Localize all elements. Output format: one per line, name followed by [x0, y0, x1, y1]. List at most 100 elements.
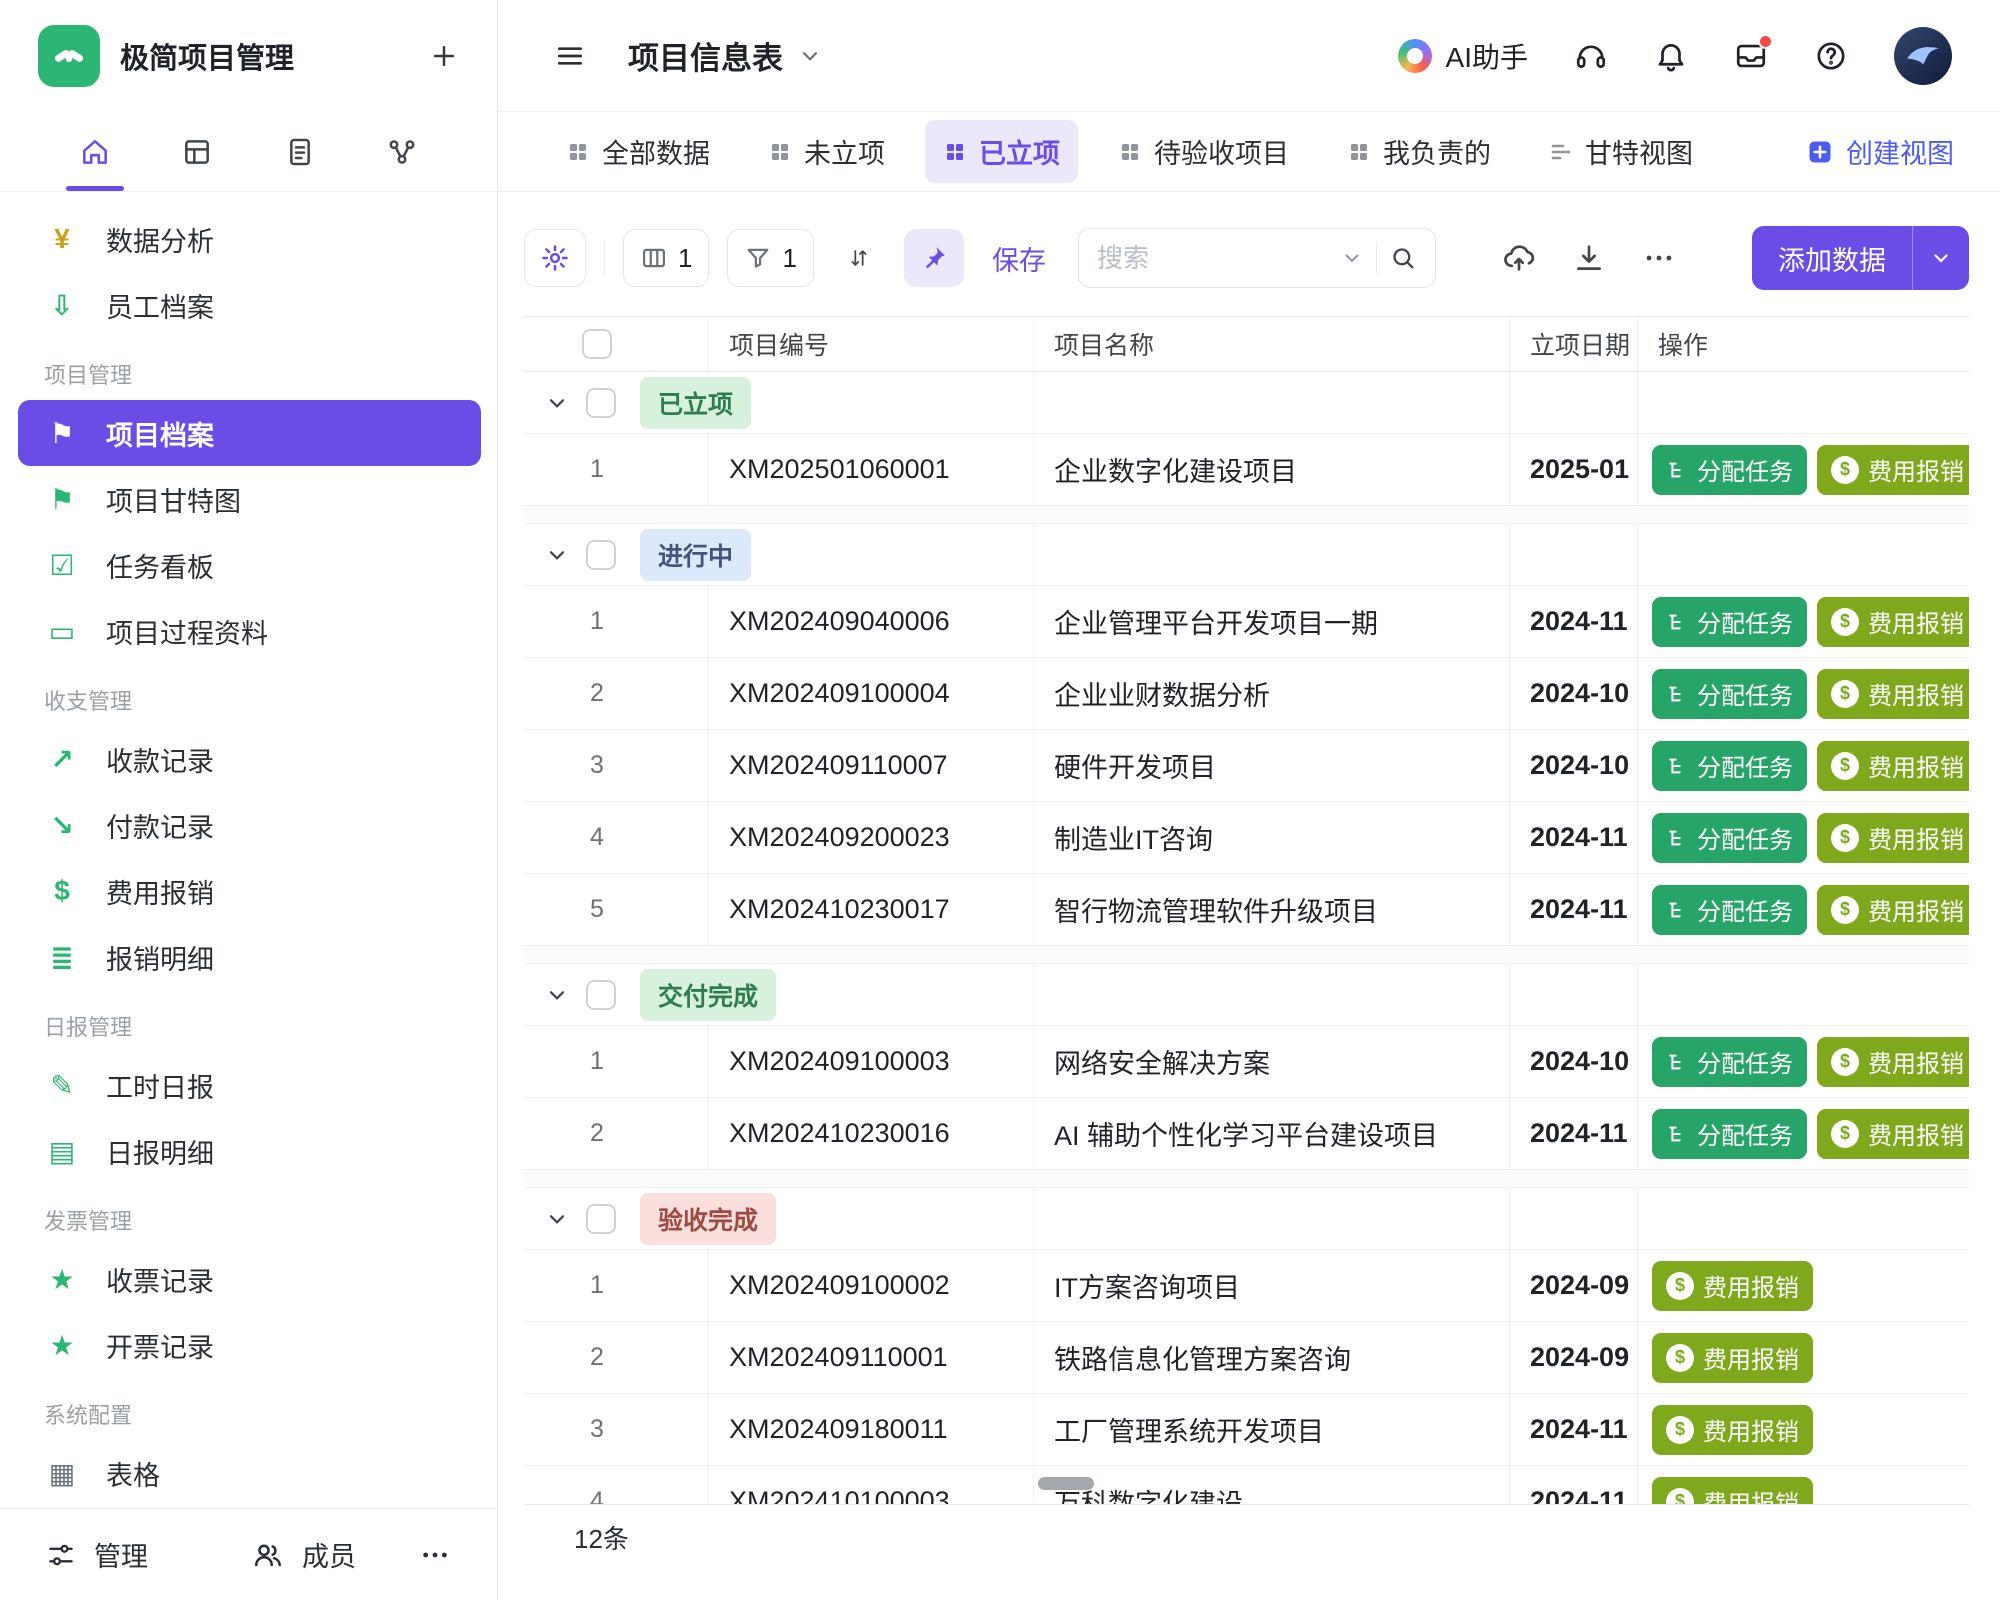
sidebar-item-project-files[interactable]: ⚑ 项目档案 — [18, 400, 481, 466]
column-header-actions[interactable]: 操作 — [1638, 317, 1969, 371]
hidden-fields-button[interactable]: 1 — [623, 229, 709, 287]
add-data-dropdown[interactable] — [1913, 246, 1969, 270]
table-row[interactable]: 1 XM202409100002 IT方案咨询项目 2024-09 $费用报销 — [524, 1250, 1969, 1322]
view-tab-label: 全部数据 — [602, 132, 710, 171]
filter-button[interactable]: 1 — [727, 229, 813, 287]
sidebar-item-tables[interactable]: ▦ 表格 — [18, 1440, 481, 1506]
sidebar-item-receipt-records[interactable]: ↗ 收款记录 — [18, 726, 481, 792]
expense-claim-button[interactable]: $费用报销 — [1652, 1333, 1813, 1383]
assign-task-button[interactable]: 分配任务 — [1652, 1037, 1807, 1087]
group-select-checkbox[interactable] — [586, 540, 616, 570]
sidebar-item-data-analysis[interactable]: ¥ 数据分析 — [18, 206, 481, 272]
assign-task-button[interactable]: 分配任务 — [1652, 885, 1807, 935]
table-row[interactable]: 1 XM202409100003 网络安全解决方案 2024-10 分配任务$费… — [524, 1026, 1969, 1098]
support-button[interactable] — [1574, 39, 1608, 73]
expense-claim-button[interactable]: $费用报销 — [1817, 741, 1969, 791]
search-icon[interactable] — [1389, 244, 1417, 272]
sidebar-item-label: 员工档案 — [106, 286, 214, 325]
expense-claim-button[interactable]: $费用报销 — [1817, 1037, 1969, 1087]
add-data-button[interactable]: 添加数据 — [1752, 226, 1969, 290]
table-row[interactable]: 1 XM202501060001 企业数字化建设项目 2025-01 分配任务$… — [524, 434, 1969, 506]
table-row[interactable]: 2 XM202409100004 企业业财数据分析 2024-10 分配任务$费… — [524, 658, 1969, 730]
project-name-cell: 企业管理平台开发项目一期 — [1034, 586, 1510, 657]
sidebar-more-button[interactable] — [419, 1539, 451, 1571]
assign-task-button[interactable]: 分配任务 — [1652, 741, 1807, 791]
expense-claim-button[interactable]: $费用报销 — [1817, 813, 1969, 863]
expense-claim-button[interactable]: $费用报销 — [1817, 1109, 1969, 1159]
nav-document-tab[interactable] — [263, 112, 337, 191]
tab-pending-acceptance[interactable]: 待验收项目 — [1100, 120, 1307, 183]
expense-claim-button[interactable]: $费用报销 — [1652, 1405, 1813, 1455]
export-button[interactable] — [1572, 241, 1606, 275]
group-select-checkbox[interactable] — [586, 980, 616, 1010]
column-header-code[interactable]: 项目编号 — [709, 317, 1034, 371]
project-date-cell: 2024-10 — [1510, 730, 1638, 801]
assign-task-button[interactable]: 分配任务 — [1652, 597, 1807, 647]
sidebar-item-daily-details[interactable]: ▤ 日报明细 — [18, 1118, 481, 1184]
save-button[interactable]: 保存 — [992, 239, 1046, 278]
add-app-button[interactable] — [429, 41, 459, 71]
tab-gantt-view[interactable]: 甘特视图 — [1531, 120, 1711, 183]
more-actions-button[interactable] — [1642, 241, 1676, 275]
sidebar-item-invoice-issued[interactable]: ★ 开票记录 — [18, 1312, 481, 1378]
sidebar-item-task-board[interactable]: ☑ 任务看板 — [18, 532, 481, 598]
table-row[interactable]: 3 XM202409110007 硬件开发项目 2024-10 分配任务$费用报… — [524, 730, 1969, 802]
page-title-dropdown[interactable]: 项目信息表 — [628, 33, 823, 78]
pin-button[interactable] — [904, 229, 964, 287]
table-row[interactable]: 2 XM202409110001 铁路信息化管理方案咨询 2024-09 $费用… — [524, 1322, 1969, 1394]
assign-task-button[interactable]: 分配任务 — [1652, 1109, 1807, 1159]
assign-task-button[interactable]: 分配任务 — [1652, 813, 1807, 863]
manage-button[interactable]: 管理 — [46, 1535, 148, 1574]
tab-my-projects[interactable]: 我负责的 — [1329, 120, 1509, 183]
sort-button[interactable] — [832, 229, 886, 287]
nav-workflow-tab[interactable] — [365, 112, 439, 191]
view-settings-button[interactable] — [524, 229, 586, 287]
inbox-button[interactable] — [1734, 39, 1768, 73]
ai-assistant-button[interactable]: AI助手 — [1398, 36, 1528, 76]
select-all-checkbox[interactable] — [582, 329, 612, 359]
expense-claim-button[interactable]: $费用报销 — [1817, 885, 1969, 935]
collapse-chevron-icon[interactable] — [544, 542, 570, 568]
table-row[interactable]: 5 XM202410230017 智行物流管理软件升级项目 2024-11 分配… — [524, 874, 1969, 946]
sidebar-item-invoice-received[interactable]: ★ 收票记录 — [18, 1246, 481, 1312]
search-scope-chevron-icon[interactable] — [1340, 246, 1364, 270]
collapse-chevron-icon[interactable] — [544, 390, 570, 416]
sidebar-item-expense-claim[interactable]: $ 费用报销 — [18, 858, 481, 924]
user-avatar[interactable] — [1894, 27, 1952, 85]
assign-task-button[interactable]: 分配任务 — [1652, 669, 1807, 719]
group-select-checkbox[interactable] — [586, 1204, 616, 1234]
help-button[interactable] — [1814, 39, 1848, 73]
collapse-chevron-icon[interactable] — [544, 982, 570, 1008]
collapse-sidebar-button[interactable] — [554, 40, 586, 72]
group-select-checkbox[interactable] — [586, 388, 616, 418]
tab-approved[interactable]: 已立项 — [925, 120, 1078, 183]
sidebar-item-daily-timesheet[interactable]: ✎ 工时日报 — [18, 1052, 481, 1118]
table-row[interactable]: 2 XM202410230016 AI 辅助个性化学习平台建设项目 2024-1… — [524, 1098, 1969, 1170]
column-header-date[interactable]: 立项日期 — [1510, 317, 1638, 371]
expense-claim-button[interactable]: $费用报销 — [1817, 445, 1969, 495]
sidebar-item-payment-records[interactable]: ↘ 付款记录 — [18, 792, 481, 858]
collapse-chevron-icon[interactable] — [544, 1206, 570, 1232]
expense-claim-button[interactable]: $费用报销 — [1652, 1261, 1813, 1311]
table-row[interactable]: 3 XM202409180011 工厂管理系统开发项目 2024-11 $费用报… — [524, 1394, 1969, 1466]
expense-claim-button[interactable]: $费用报销 — [1817, 669, 1969, 719]
sidebar-item-employee-files[interactable]: ⇩ 员工档案 — [18, 272, 481, 338]
search-input[interactable] — [1097, 243, 1328, 274]
tab-all-data[interactable]: 全部数据 — [548, 120, 728, 183]
sidebar-item-expense-details[interactable]: ≣ 报销明细 — [18, 924, 481, 990]
table-row[interactable]: 4 XM202409200023 制造业IT咨询 2024-11 分配任务$费用… — [524, 802, 1969, 874]
notifications-button[interactable] — [1654, 39, 1688, 73]
column-header-name[interactable]: 项目名称 — [1034, 317, 1510, 371]
members-button[interactable]: 成员 — [252, 1535, 356, 1574]
create-view-button[interactable]: 创建视图 — [1806, 132, 1954, 171]
tab-not-approved[interactable]: 未立项 — [750, 120, 903, 183]
sidebar-item-project-process-docs[interactable]: ▭ 项目过程资料 — [18, 598, 481, 664]
nav-home-tab[interactable] — [58, 112, 132, 191]
nav-table-tab[interactable] — [160, 112, 234, 191]
import-button[interactable] — [1502, 241, 1536, 275]
horizontal-scrollbar-thumb[interactable] — [1038, 1477, 1094, 1490]
expense-claim-button[interactable]: $费用报销 — [1817, 597, 1969, 647]
sidebar-item-project-gantt[interactable]: ⚑ 项目甘特图 — [18, 466, 481, 532]
table-row[interactable]: 1 XM202409040006 企业管理平台开发项目一期 2024-11 分配… — [524, 586, 1969, 658]
assign-task-button[interactable]: 分配任务 — [1652, 445, 1807, 495]
